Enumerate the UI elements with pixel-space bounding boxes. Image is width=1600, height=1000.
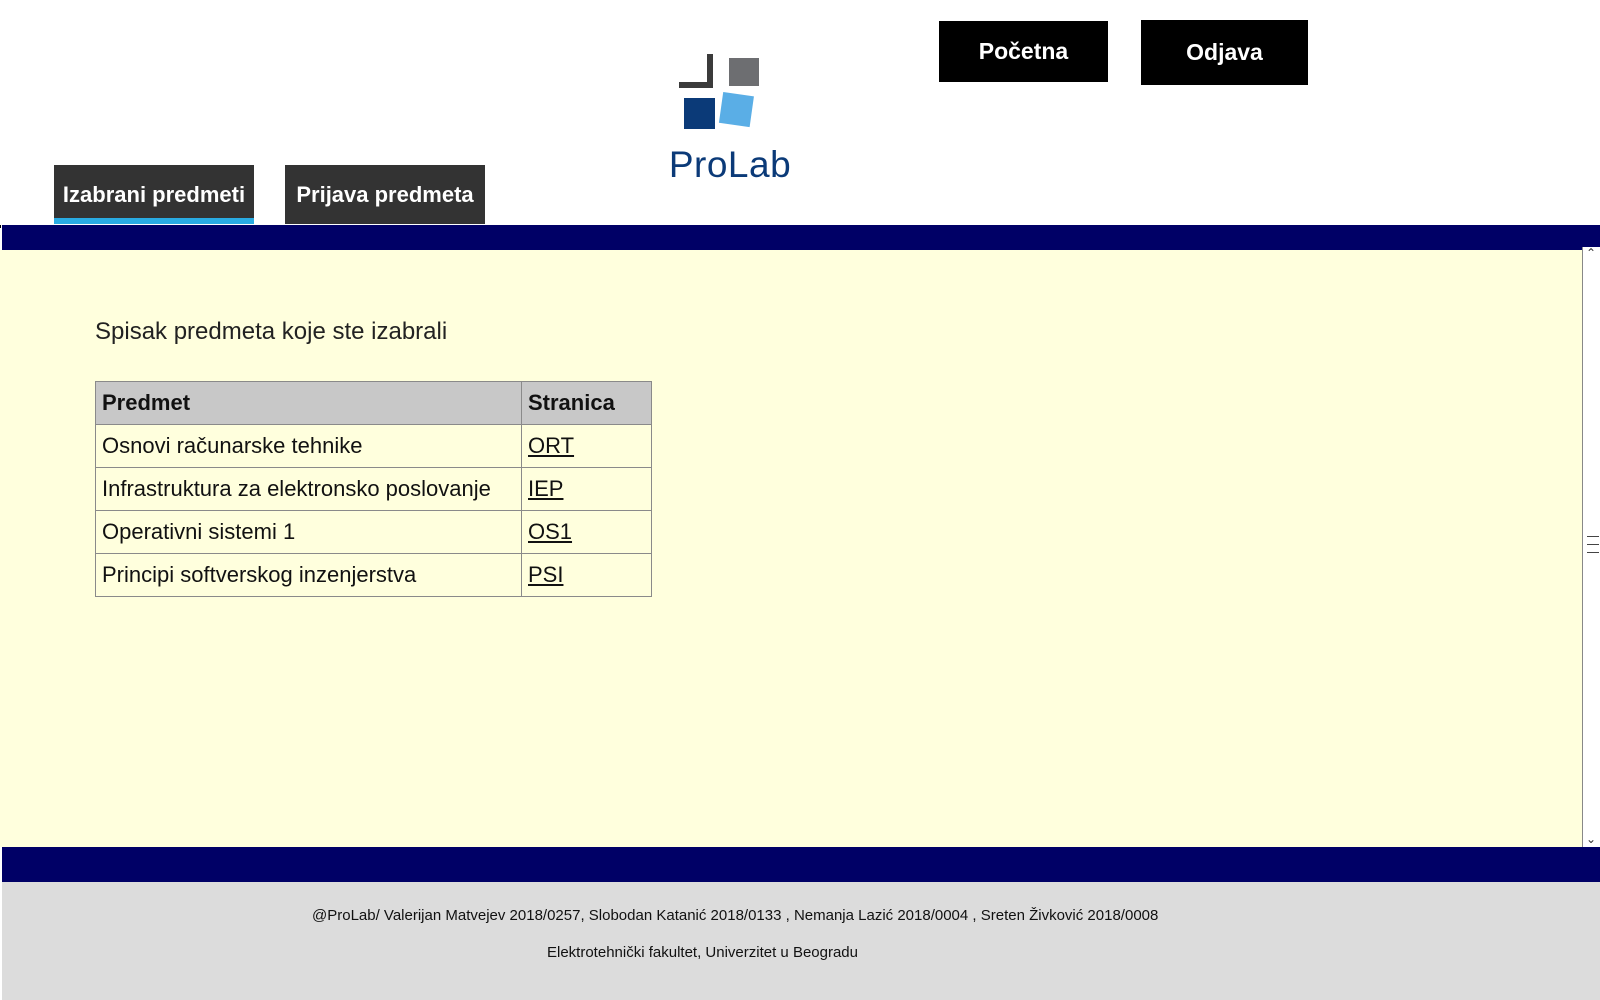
logo-text: ProLab: [668, 144, 792, 185]
subject-name: Operativni sistemi 1: [95, 510, 522, 554]
subject-page-link[interactable]: OS1: [528, 519, 572, 544]
table-row: Operativni sistemi 1 OS1: [95, 510, 652, 554]
tab-subject-registration-label: Prijava predmeta: [296, 181, 474, 207]
vertical-scrollbar[interactable]: ⌃ ⌄: [1582, 247, 1600, 847]
subject-name: Principi softverskog inzenjerstva: [95, 553, 522, 597]
subject-page-link[interactable]: PSI: [528, 562, 563, 587]
logout-button[interactable]: Odjava: [1141, 20, 1308, 85]
footer-institution: Elektrotehnički fakultet, Univerzitet u …: [547, 944, 858, 961]
tab-selected-subjects-label: Izabrani predmeti: [62, 181, 246, 207]
page-title: Spisak predmeta koje ste izabrali: [95, 318, 448, 345]
page-link-cell: OS1: [521, 510, 652, 554]
column-header-subject: Predmet: [95, 381, 522, 425]
page-link-cell: IEP: [521, 467, 652, 511]
table-row: Osnovi računarske tehnike ORT: [95, 424, 652, 468]
prolab-logo: ProLab: [665, 48, 795, 188]
tab-subject-registration[interactable]: Prijava predmeta: [285, 165, 485, 224]
tab-selected-subjects[interactable]: Izabrani predmeti: [54, 165, 254, 224]
footer-credits: @ProLab/ Valerijan Matvejev 2018/0257, S…: [312, 907, 1159, 924]
home-button[interactable]: Početna: [939, 21, 1108, 82]
scrollbar-thumb[interactable]: [1587, 529, 1599, 555]
subject-name: Osnovi računarske tehnike: [95, 424, 522, 468]
subjects-table: Predmet Stranica Osnovi računarske tehni…: [95, 381, 652, 597]
page-link-cell: ORT: [521, 424, 652, 468]
navy-band-bottom: [2, 847, 1600, 882]
navy-band-top: [2, 225, 1600, 250]
logo-squares-icon: [679, 54, 759, 129]
site-header: ProLab Početna Odjava Izabrani predmeti …: [0, 0, 1600, 225]
table-header-row: Predmet Stranica: [95, 381, 652, 425]
column-header-page: Stranica: [521, 381, 652, 425]
page-link-cell: PSI: [521, 553, 652, 597]
subject-name: Infrastruktura za elektronsko poslovanje: [95, 467, 522, 511]
subject-page-link[interactable]: ORT: [528, 433, 574, 458]
chevron-down-icon[interactable]: ⌄: [1586, 833, 1596, 845]
chevron-up-icon[interactable]: ⌃: [1586, 247, 1596, 259]
table-row: Principi softverskog inzenjerstva PSI: [95, 553, 652, 597]
subject-page-link[interactable]: IEP: [528, 476, 563, 501]
site-footer: @ProLab/ Valerijan Matvejev 2018/0257, S…: [2, 882, 1600, 1000]
table-row: Infrastruktura za elektronsko poslovanje…: [95, 467, 652, 511]
active-tab-indicator: [54, 218, 254, 224]
main-content: Spisak predmeta koje ste izabrali Predme…: [0, 250, 1582, 847]
